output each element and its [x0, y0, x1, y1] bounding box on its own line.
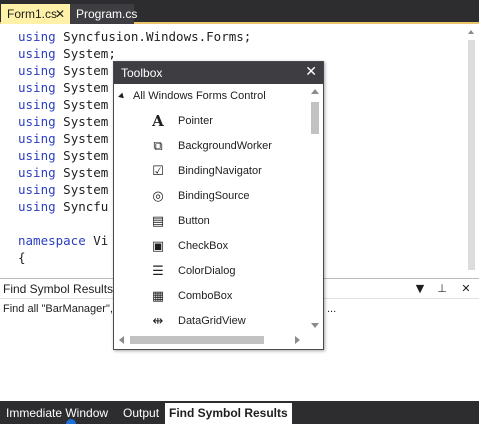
toolbox-item-datagridview[interactable]: ⇹ DataGridView [150, 312, 306, 332]
button-icon: ▤ [151, 213, 165, 229]
binding-navigator-icon: ☑ [152, 163, 164, 179]
toolbox-category[interactable]: All Windows Forms Control [118, 90, 266, 102]
toolbox-item-pointer[interactable]: A Pointer [150, 112, 306, 132]
code-line[interactable]: using System; [18, 45, 116, 62]
result-line-tail: ... [327, 303, 337, 315]
pointer-icon: A [152, 112, 164, 130]
toolbox-item-combobox[interactable]: ▦ ComboBox [150, 287, 306, 307]
combobox-icon: ▦ [151, 288, 165, 304]
code-line[interactable]: using System [18, 62, 108, 79]
close-icon[interactable]: ✕ [305, 64, 317, 80]
tab-label: Form1.cs [7, 7, 58, 21]
toolbox-item-list[interactable]: All Windows Forms Control A Pointer ⧉ Ba… [114, 84, 307, 332]
tab-program-cs[interactable]: Program.cs [70, 4, 138, 24]
close-icon[interactable]: ✕ [55, 4, 65, 24]
indicator-dot-icon [66, 419, 76, 424]
scrollbar-thumb[interactable] [468, 40, 475, 270]
code-line[interactable]: using System [18, 181, 108, 198]
tab-label: Program.cs [76, 7, 138, 21]
code-line[interactable]: using System [18, 164, 108, 181]
tab-form1-cs[interactable]: Form1.cs ✕ [1, 4, 70, 24]
scroll-up-icon[interactable] [468, 30, 474, 34]
toolbox-item-checkbox[interactable]: ▣ CheckBox [150, 237, 306, 257]
panel-title: Find Symbol Results [3, 282, 114, 296]
document-tab-strip: Form1.cs ✕ Program.cs [0, 0, 479, 24]
result-line[interactable]: Find all "BarManager", [3, 303, 113, 315]
code-line[interactable]: { [18, 249, 26, 266]
tab-output[interactable]: Output [119, 403, 163, 424]
code-line[interactable]: using System [18, 130, 108, 147]
dropdown-icon[interactable]: ▼ [412, 281, 428, 297]
tab-find-symbol-results[interactable]: Find Symbol Results [165, 403, 292, 424]
toolbox-item-bindingsource[interactable]: ◎ BindingSource [150, 187, 306, 207]
toolbox-title: Toolbox [121, 66, 163, 80]
scroll-down-icon[interactable] [311, 323, 319, 328]
code-line[interactable]: using Syncfu [18, 198, 108, 215]
code-line[interactable]: using System [18, 147, 108, 164]
toolbox-item-colordialog[interactable]: ☰ ColorDialog [150, 262, 306, 282]
code-line[interactable]: using System [18, 79, 108, 96]
code-line[interactable]: using System [18, 96, 108, 113]
checkbox-icon: ▣ [151, 238, 165, 254]
datagridview-icon: ⇹ [152, 313, 164, 329]
pin-icon[interactable]: ⊥ [434, 281, 450, 297]
editor-vertical-scrollbar[interactable] [464, 26, 479, 270]
code-line[interactable]: using System [18, 113, 108, 130]
close-icon[interactable]: ✕ [458, 281, 474, 297]
toolbox-item-bindingnavigator[interactable]: ☑ BindingNavigator [150, 162, 306, 182]
code-line[interactable]: using Syncfusion.Windows.Forms; [18, 28, 251, 45]
toolbox-window: Toolbox ✕ All Windows Forms Control A Po… [113, 61, 324, 350]
toolbox-horizontal-scrollbar[interactable] [114, 332, 307, 348]
toolbox-item-button[interactable]: ▤ Button [150, 212, 306, 232]
toolbox-vertical-scrollbar[interactable] [307, 84, 322, 332]
tab-immediate-window[interactable]: Immediate Window [2, 403, 112, 424]
expand-triangle-icon[interactable] [118, 92, 126, 100]
color-dialog-icon: ☰ [152, 263, 164, 279]
scroll-up-icon[interactable] [311, 89, 319, 94]
code-line[interactable]: namespace Vi [18, 232, 108, 249]
toolbox-item-backgroundworker[interactable]: ⧉ BackgroundWorker [150, 137, 306, 157]
scroll-right-icon[interactable] [295, 336, 300, 344]
scrollbar-thumb[interactable] [130, 336, 264, 344]
binding-source-icon: ◎ [152, 188, 164, 204]
toolbox-titlebar[interactable]: Toolbox ✕ [114, 62, 323, 84]
background-worker-icon: ⧉ [153, 138, 163, 154]
scroll-left-icon[interactable] [119, 336, 124, 344]
scrollbar-thumb[interactable] [311, 102, 319, 134]
